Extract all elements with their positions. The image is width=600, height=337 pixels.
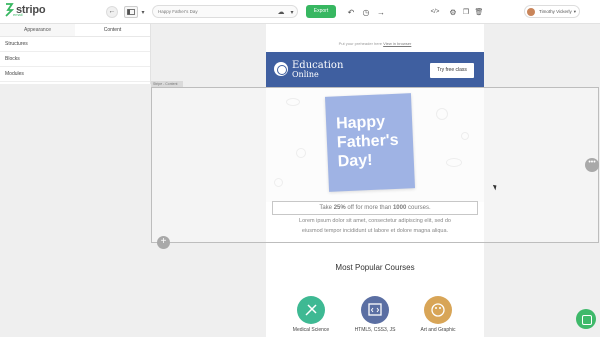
add-block-button[interactable]: + (157, 236, 170, 249)
redo-button[interactable]: → (376, 6, 386, 18)
block-type-tag[interactable]: Stripe - Content (151, 81, 183, 87)
brand: Education Online (274, 61, 343, 79)
user-menu[interactable]: Timothy Vickerly ▾ (524, 5, 580, 18)
history-button[interactable]: ◷ (361, 6, 371, 18)
logo-subtitle: email (13, 12, 23, 17)
settings-button[interactable]: ⚙ (448, 6, 458, 18)
avatar (527, 7, 535, 16)
undo-icon: ↶ (347, 7, 355, 17)
sync-button[interactable]: ☁ (276, 6, 286, 18)
undo-button[interactable]: ↶ (346, 6, 356, 18)
left-panel: Appearance Content Structures Blocks Mod… (0, 24, 151, 84)
view-in-browser-link[interactable]: View in browser (383, 41, 411, 46)
globe-logo-icon (274, 62, 288, 76)
panel-tabs: Appearance Content (0, 24, 150, 37)
course-label-art: Art and Graphic (420, 327, 456, 333)
stripo-logo[interactable]: stripo (4, 3, 46, 17)
courses-title: Most Popular Courses (335, 263, 415, 272)
copy-icon: ❐ (462, 9, 470, 16)
course-icon-art[interactable] (424, 296, 452, 324)
support-chat-button[interactable] (576, 309, 596, 329)
view-dropdown-caret[interactable]: ▾ (140, 6, 146, 18)
delete-button[interactable]: 🗑 (474, 6, 484, 18)
code-window-icon (368, 303, 382, 316)
course-label-html: HTML5, CSS3, JS (354, 327, 396, 333)
trash-icon: 🗑 (474, 9, 484, 16)
arrow-right-icon: → (377, 7, 385, 17)
chevron-down-icon: ▾ (573, 9, 576, 14)
code-icon: </> (430, 9, 440, 15)
cloud-icon: ☁ (277, 9, 285, 16)
preheader-text: Put your preheader here (338, 41, 383, 46)
chevron-down-icon: ▾ (290, 9, 294, 16)
desktop-view-toggle[interactable] (124, 6, 138, 18)
more-dots-icon: ••• (588, 159, 596, 166)
try-free-class-button[interactable]: Try free class (430, 63, 474, 78)
subject-dropdown-caret[interactable]: ▾ (289, 6, 295, 18)
export-label: Export (313, 8, 329, 14)
export-button[interactable]: Export (306, 5, 336, 18)
arrow-left-icon: ← (108, 8, 116, 15)
panel-item-blocks[interactable]: Blocks (0, 52, 150, 67)
tab-appearance[interactable]: Appearance (0, 24, 75, 36)
copy-button[interactable]: ❐ (461, 6, 471, 18)
chevron-down-icon: ▾ (141, 9, 145, 16)
course-icon-medical[interactable] (297, 296, 325, 324)
selected-structure-outline[interactable] (151, 87, 599, 243)
panel-item-structures[interactable]: Structures (0, 37, 150, 52)
brand-line-2: Online (292, 70, 319, 79)
layout-icon (127, 9, 135, 15)
back-button[interactable]: ← (106, 6, 118, 18)
dna-icon (305, 304, 317, 316)
plus-icon: + (160, 236, 167, 247)
top-toolbar: stripo email ← ▾ Happy Father's Day ☁ ▾ … (0, 0, 600, 24)
email-header[interactable]: Education Online Try free class (266, 52, 484, 88)
clock-icon: ◷ (362, 7, 370, 17)
code-editor-button[interactable]: </> (429, 6, 441, 18)
course-icon-html[interactable] (361, 296, 389, 324)
user-name: Timothy Vickerly (539, 9, 572, 14)
more-options-button[interactable]: ••• (585, 158, 599, 172)
course-label-medical: Medical Science (292, 327, 330, 333)
panel-item-modules[interactable]: Modules (0, 67, 150, 82)
subject-value: Happy Father's Day (158, 9, 198, 14)
gear-icon: ⚙ (449, 7, 457, 17)
palette-icon (431, 303, 445, 317)
tab-content[interactable]: Content (75, 24, 150, 36)
preheader: Put your preheader here View in browser (266, 41, 484, 46)
